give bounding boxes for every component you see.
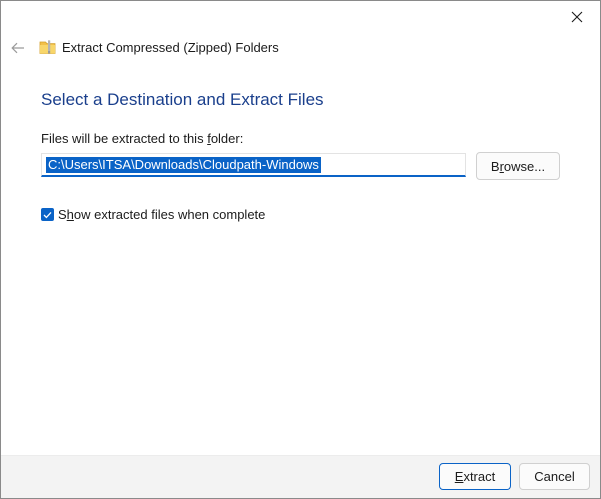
back-button[interactable]	[7, 37, 29, 59]
destination-path-input[interactable]: C:\Users\ITSA\Downloads\Cloudpath-Window…	[41, 153, 466, 177]
destination-label: Files will be extracted to this folder:	[41, 131, 244, 146]
close-button[interactable]	[554, 1, 600, 33]
browse-button[interactable]: Browse...	[476, 152, 560, 180]
show-files-label[interactable]: Show extracted files when complete	[58, 207, 265, 222]
page-heading: Select a Destination and Extract Files	[41, 90, 324, 109]
extract-button[interactable]: Extract	[439, 463, 511, 490]
back-arrow-icon	[11, 42, 24, 54]
destination-path-text: C:\Users\ITSA\Downloads\Cloudpath-Window…	[46, 157, 321, 173]
zip-folder-icon	[39, 40, 56, 54]
extract-dialog: Extract Compressed (Zipped) Folders Sele…	[0, 0, 601, 499]
cancel-button[interactable]: Cancel	[519, 463, 590, 490]
checkmark-icon	[43, 211, 52, 218]
close-icon	[571, 11, 583, 23]
show-files-checkbox[interactable]	[41, 208, 54, 221]
browse-button-label: Browse...	[490, 158, 546, 174]
window-title: Extract Compressed (Zipped) Folders	[62, 40, 279, 55]
